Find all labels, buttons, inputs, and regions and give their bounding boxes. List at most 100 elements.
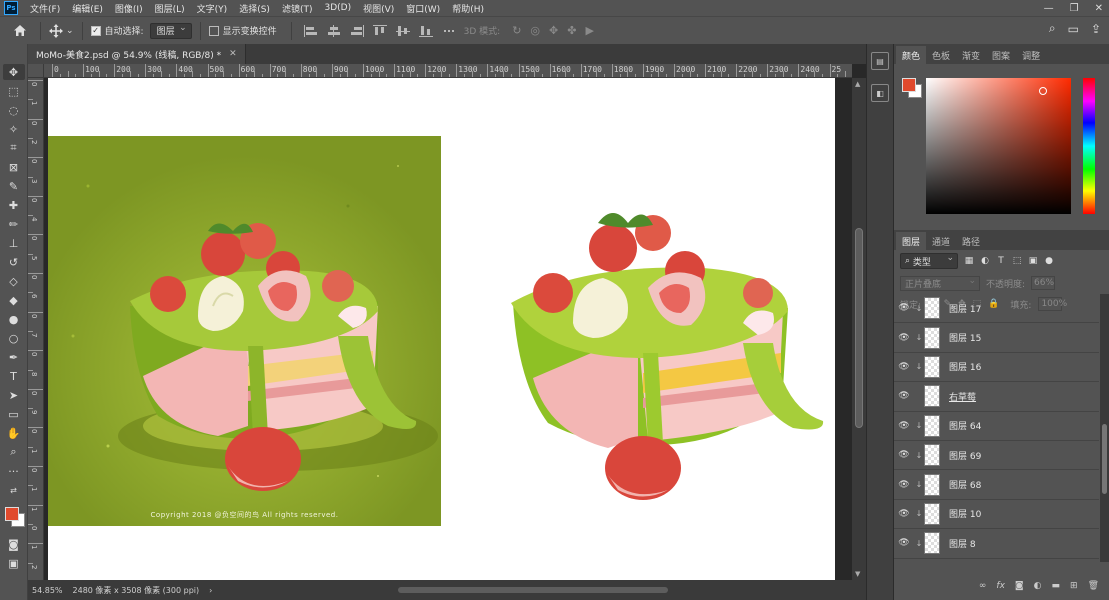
frame-tool-icon[interactable]: ⊠ xyxy=(3,159,25,175)
blend-mode-dropdown[interactable]: 正片叠底 xyxy=(900,275,980,291)
eye-icon[interactable]: 👁 xyxy=(894,450,914,460)
align-left-icon[interactable] xyxy=(303,24,318,37)
layer-name[interactable]: 图层 69 xyxy=(949,449,981,462)
search-icon[interactable]: ⌕ xyxy=(1049,21,1056,36)
tab-color[interactable]: 颜色 xyxy=(896,46,927,64)
edit-toolbar-icon[interactable]: ··· xyxy=(3,463,25,479)
menu-layer[interactable]: 图层(L) xyxy=(149,2,191,15)
adjustment-icon[interactable]: ◐ xyxy=(1034,581,1042,591)
menu-file[interactable]: 文件(F) xyxy=(24,2,66,15)
eye-icon[interactable]: 👁 xyxy=(894,391,914,401)
layer-name[interactable]: 图层 15 xyxy=(949,331,981,344)
paint-bucket-icon[interactable]: ◆ xyxy=(3,292,25,308)
horizontal-ruler[interactable]: 0 100 200 300 400 500 600 700 800 900 1000 1100 1200… xyxy=(44,64,852,78)
move-tool-icon[interactable]: ✥ xyxy=(2,64,25,80)
filter-smart-object-icon[interactable]: ▣ xyxy=(1028,256,1038,266)
history-panel-icon[interactable]: ▤ xyxy=(871,52,889,70)
crop-tool-icon[interactable]: ⌗ xyxy=(3,140,25,156)
share-icon[interactable]: ⇪ xyxy=(1091,22,1101,36)
marquee-tool-icon[interactable]: ⬚ xyxy=(3,83,25,99)
scroll-up-icon[interactable]: ▲ xyxy=(855,80,860,88)
restore-button[interactable]: ❐ xyxy=(1070,3,1079,14)
path-select-icon[interactable]: ➤ xyxy=(3,387,25,403)
dodge-tool-icon[interactable]: ○ xyxy=(3,330,25,346)
tab-adjustments[interactable]: 调整 xyxy=(1016,46,1046,64)
menu-help[interactable]: 帮助(H) xyxy=(446,2,490,15)
layer-name[interactable]: 图层 10 xyxy=(949,507,981,520)
layer-name[interactable]: 图层 8 xyxy=(949,537,976,550)
filter-adjustment-icon[interactable]: ◐ xyxy=(980,256,990,266)
menu-view[interactable]: 视图(V) xyxy=(357,2,400,15)
layer-name[interactable]: 图层 17 xyxy=(949,302,981,315)
horizontal-scroll-thumb[interactable] xyxy=(398,587,668,593)
vertical-scrollbar[interactable]: ▲ ▼ xyxy=(852,78,866,580)
menu-3d[interactable]: 3D(D) xyxy=(318,3,357,13)
tab-layers[interactable]: 图层 xyxy=(896,232,927,250)
layer-row[interactable]: 👁 ↓ 图层 16 xyxy=(894,353,1099,383)
3d-drag-icon[interactable]: ✥ xyxy=(549,24,558,37)
close-icon[interactable]: ✕ xyxy=(229,49,237,59)
menu-window[interactable]: 窗口(W) xyxy=(400,2,446,15)
align-right-icon[interactable] xyxy=(350,24,364,37)
magic-wand-icon[interactable]: ✧ xyxy=(3,121,25,137)
history-brush-icon[interactable]: ↺ xyxy=(3,254,25,270)
layer-row[interactable]: 👁 ↓ 图层 68 xyxy=(894,470,1099,500)
3d-rotate-icon[interactable]: ↻ xyxy=(512,24,521,37)
filter-toggle-icon[interactable]: ● xyxy=(1044,256,1054,266)
layer-name[interactable]: 右草莓 xyxy=(949,390,976,403)
menu-select[interactable]: 选择(S) xyxy=(233,2,276,15)
properties-panel-icon[interactable]: ◧ xyxy=(871,84,889,102)
screen-mode-icon[interactable]: ▣ xyxy=(3,555,25,571)
document-tab[interactable]: MoMo-美食2.psd @ 54.9% (线稿, RGB/8) * ✕ xyxy=(28,44,246,64)
layer-row[interactable]: 👁 ↓ 图层 17 xyxy=(894,294,1099,324)
align-center-v-icon[interactable] xyxy=(395,25,410,37)
layer-name[interactable]: 图层 16 xyxy=(949,360,981,373)
vertical-ruler[interactable]: 0 1 0 2 0 3 0 4 0 5 0 6 0 7 0 8 0 9 0 1 0 1 1 0 1 2 xyxy=(28,78,44,580)
home-button[interactable] xyxy=(8,21,32,41)
align-center-h-icon[interactable] xyxy=(327,24,341,37)
tab-paths[interactable]: 路径 xyxy=(956,232,986,250)
layer-row[interactable]: 👁 ↓ 图层 15 xyxy=(894,323,1099,353)
eye-icon[interactable]: 👁 xyxy=(894,480,914,490)
status-menu-arrow[interactable]: › xyxy=(209,586,212,595)
hand-tool-icon[interactable]: ✋ xyxy=(3,425,25,441)
layers-scroll-thumb[interactable] xyxy=(1102,424,1107,494)
menu-image[interactable]: 图像(I) xyxy=(109,2,149,15)
close-button[interactable]: ✕ xyxy=(1095,3,1103,14)
auto-select-checkbox[interactable]: ✓ xyxy=(90,25,101,36)
eye-icon[interactable]: 👁 xyxy=(894,509,914,519)
layer-row[interactable]: 👁 右草莓 xyxy=(894,382,1099,412)
brush-tool-icon[interactable]: ✏ xyxy=(3,216,25,232)
new-layer-icon[interactable]: ⊞ xyxy=(1070,581,1078,591)
layer-row[interactable]: 👁 ↓ 图层 10 xyxy=(894,500,1099,530)
link-icon[interactable]: ∞ xyxy=(979,581,987,591)
opacity-field[interactable]: 66% xyxy=(1031,276,1056,290)
layer-name[interactable]: 图层 64 xyxy=(949,419,981,432)
tab-patterns[interactable]: 图案 xyxy=(986,46,1016,64)
3d-roll-icon[interactable]: ◎ xyxy=(530,24,540,37)
workspace-icon[interactable]: ▭ xyxy=(1068,22,1079,36)
trash-icon[interactable]: 🗑 xyxy=(1088,581,1099,591)
eye-icon[interactable]: 👁 xyxy=(894,362,914,372)
layer-row[interactable]: 👁 ↓ 图层 69 xyxy=(894,441,1099,471)
eyedropper-icon[interactable]: ✎ xyxy=(3,178,25,194)
mask-icon[interactable]: ◙ xyxy=(1015,581,1024,591)
document-canvas[interactable]: Copyright 2018 @负空间的鸟 All rights reserve… xyxy=(48,78,835,580)
align-top-icon[interactable] xyxy=(372,24,387,37)
scroll-down-icon[interactable]: ▼ xyxy=(855,570,860,578)
ruler-origin[interactable] xyxy=(28,64,44,78)
eraser-icon[interactable]: ◇ xyxy=(3,273,25,289)
foreground-color[interactable] xyxy=(4,507,19,521)
tab-channels[interactable]: 通道 xyxy=(926,232,956,250)
fx-icon[interactable]: fx xyxy=(996,581,1005,591)
filter-shape-icon[interactable]: ⬚ xyxy=(1012,256,1022,266)
tab-swatches[interactable]: 色板 xyxy=(926,46,956,64)
tab-gradients[interactable]: 渐变 xyxy=(956,46,986,64)
eye-icon[interactable]: 👁 xyxy=(894,421,914,431)
layer-row[interactable]: 👁 ↓ 图层 64 xyxy=(894,412,1099,441)
type-tool-icon[interactable]: T xyxy=(3,368,25,384)
filter-pixel-icon[interactable]: ▦ xyxy=(964,256,974,266)
zoom-tool-icon[interactable]: ⌕ xyxy=(3,444,25,460)
eye-icon[interactable]: 👁 xyxy=(894,303,914,313)
menu-filter[interactable]: 滤镜(T) xyxy=(276,2,319,15)
